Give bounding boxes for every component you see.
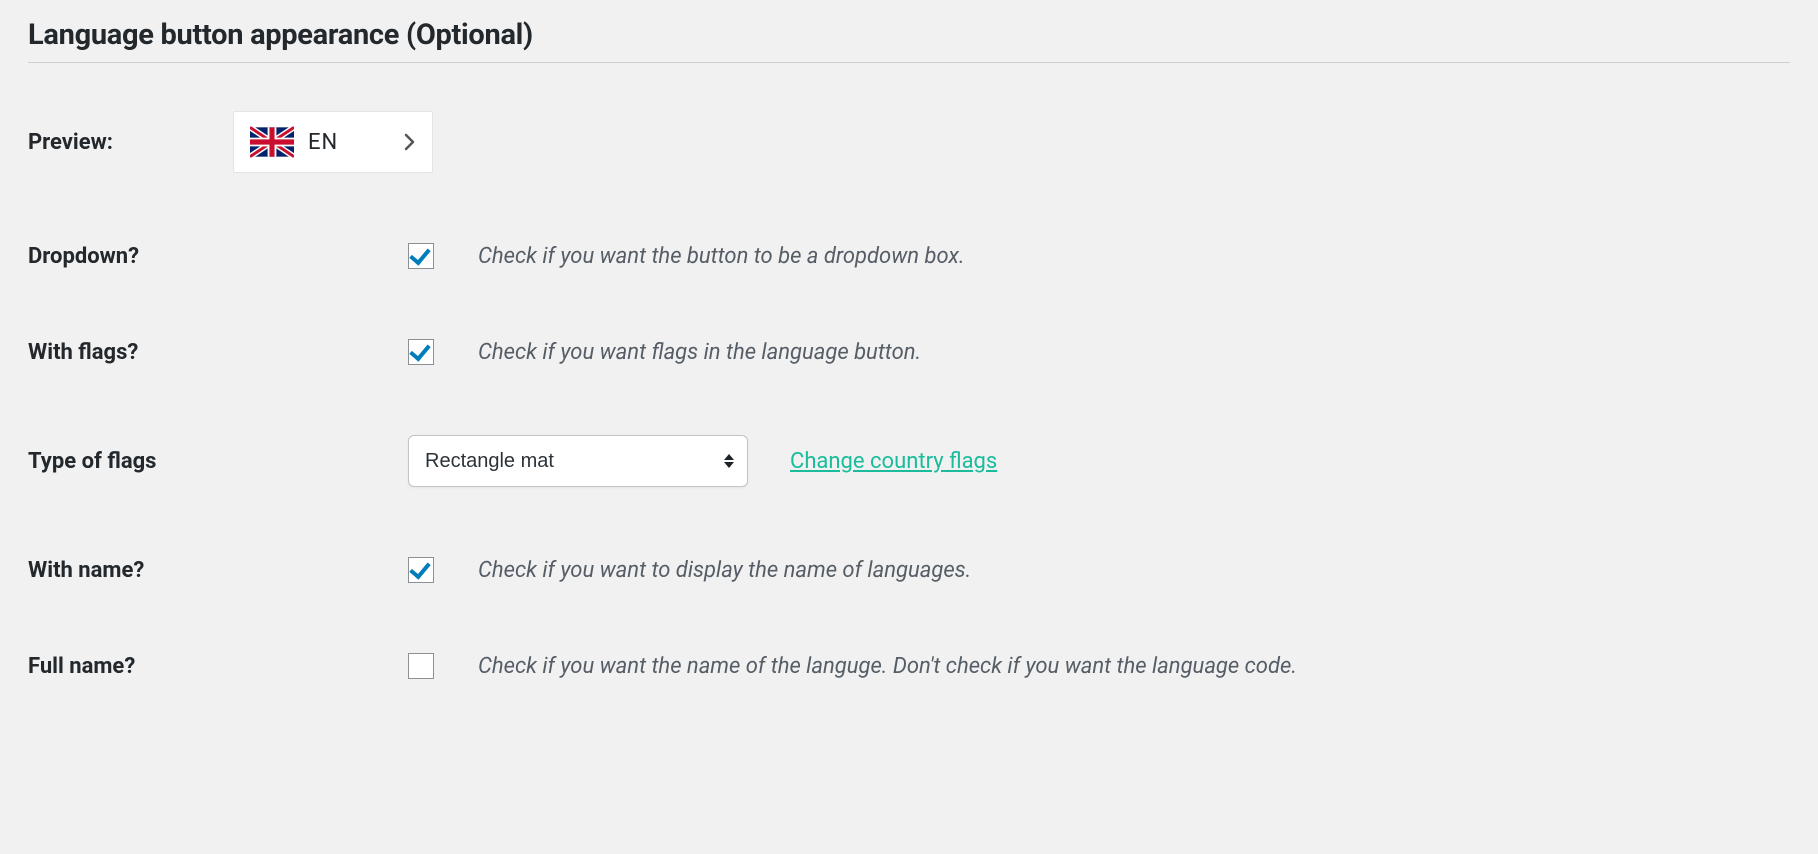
type-of-flags-select[interactable]: Rectangle mat (408, 435, 748, 487)
dropdown-row: Dropdown? Check if you want the button t… (28, 243, 1790, 269)
section-divider (28, 62, 1790, 63)
with-flags-desc: Check if you want flags in the language … (478, 340, 1790, 365)
type-of-flags-label: Type of flags (28, 449, 408, 474)
chevron-right-icon (374, 133, 416, 151)
preview-row: Preview: EN (28, 101, 1790, 173)
preview-lang-code: EN (308, 130, 338, 155)
preview-label: Preview: (28, 130, 233, 155)
dropdown-desc: Check if you want the button to be a dro… (478, 244, 1790, 269)
section-heading: Language button appearance (Optional) (28, 18, 1790, 52)
dropdown-label: Dropdown? (28, 244, 408, 269)
with-name-row: With name? Check if you want to display … (28, 557, 1790, 583)
with-name-label: With name? (28, 558, 408, 583)
language-preview-button[interactable]: EN (233, 111, 433, 173)
change-country-flags-link[interactable]: Change country flags (790, 449, 997, 474)
with-name-desc: Check if you want to display the name of… (478, 558, 1790, 583)
full-name-checkbox[interactable] (408, 653, 434, 679)
with-flags-row: With flags? Check if you want flags in t… (28, 339, 1790, 365)
full-name-desc: Check if you want the name of the langug… (478, 654, 1790, 679)
type-of-flags-row: Type of flags Rectangle mat Change count… (28, 435, 1790, 487)
dropdown-checkbox[interactable] (408, 243, 434, 269)
with-name-checkbox[interactable] (408, 557, 434, 583)
full-name-row: Full name? Check if you want the name of… (28, 653, 1790, 679)
full-name-label: Full name? (28, 654, 408, 679)
with-flags-label: With flags? (28, 340, 408, 365)
uk-flag-icon (250, 126, 294, 158)
with-flags-checkbox[interactable] (408, 339, 434, 365)
